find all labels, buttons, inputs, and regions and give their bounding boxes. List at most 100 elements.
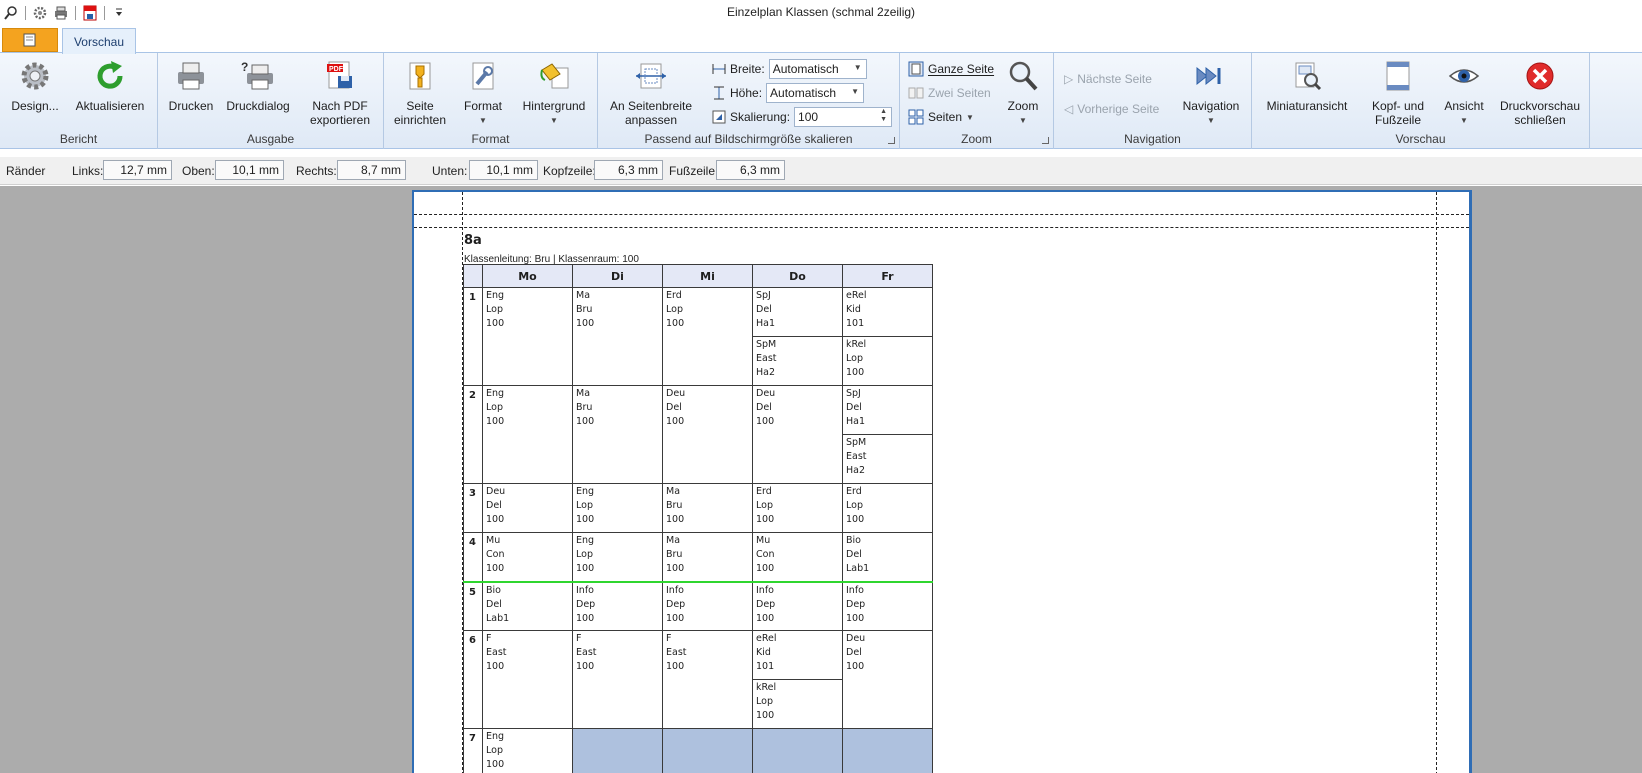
vorherige-seite-button[interactable]: ◁ Vorherige Seite	[1064, 99, 1159, 119]
kopf-label-2: Fußzeile	[1374, 113, 1421, 127]
file-tab[interactable]	[2, 28, 58, 52]
chevron-down-icon: ▼	[550, 116, 558, 125]
fit-width-icon	[634, 59, 668, 93]
druckdialog-button[interactable]: ? Druckdialog	[226, 59, 290, 113]
navigation-button[interactable]: Navigation ▼	[1178, 59, 1244, 128]
zoom-button[interactable]: Zoom ▼	[1000, 59, 1046, 128]
day-header: Di	[572, 264, 663, 288]
top-margin-guide	[414, 227, 1469, 228]
lesson-cell: Deu Del 100	[662, 385, 753, 484]
lesson-cell: SpM East Ha2	[842, 434, 933, 484]
druckvorschau-schliessen-button[interactable]: Druckvorschau schließen	[1494, 59, 1586, 127]
oben-field[interactable]: 10,1 mm	[215, 160, 284, 180]
lesson-cell: Info Dep 100	[572, 580, 663, 631]
corner-cell	[463, 264, 483, 288]
next-arrow-icon: ▷	[1064, 72, 1074, 86]
timetable: Mo Di Mi Do Fr 1 Eng Lop 100 Ma Bru 100 …	[463, 264, 933, 773]
zwei-seiten-label: Zwei Seiten	[928, 86, 991, 100]
naechste-seite-button[interactable]: ▷ Nächste Seite	[1064, 69, 1152, 89]
seiten-button[interactable]: Seiten ▼	[908, 107, 974, 127]
lesson-cell: Eng Lop 100	[572, 532, 663, 582]
lesson-cell: Deu Del 100	[842, 630, 933, 729]
drucken-button[interactable]: Drucken	[166, 59, 216, 113]
format-button[interactable]: Format ▼	[460, 59, 506, 128]
breite-select[interactable]: Automatisch ▼	[768, 59, 867, 79]
links-field[interactable]: 12,7 mm	[103, 160, 172, 180]
seite-label-1: Seite	[406, 99, 434, 113]
empty-lesson-cell	[662, 728, 753, 773]
chevron-down-icon: ▼	[851, 87, 860, 96]
window-title: Einzelplan Klassen (schmal 2zeilig)	[726, 5, 916, 19]
day-header: Mi	[662, 264, 753, 288]
hintergrund-label: Hintergrund	[522, 99, 586, 113]
design-button[interactable]: Design...	[10, 59, 60, 113]
group-label-navigation: Navigation	[1124, 132, 1181, 146]
vorherige-label: Vorherige Seite	[1077, 102, 1160, 116]
spinner-arrows-icon[interactable]: ▲ ▼	[880, 108, 887, 124]
chevron-down-icon: ▼	[966, 113, 974, 122]
table-row: 2 Eng Lop 100 Ma Bru 100 Deu Del 100 Deu…	[463, 385, 933, 484]
ansicht-label: Ansicht	[1444, 99, 1484, 113]
hoehe-select[interactable]: Automatisch ▼	[766, 83, 865, 103]
aktualisieren-button[interactable]: Aktualisieren	[72, 59, 148, 113]
group-label-bericht: Bericht	[59, 132, 98, 146]
whole-page-icon	[908, 61, 924, 77]
pdf-label-1: Nach PDF	[312, 99, 368, 113]
ganze-seite-button[interactable]: Ganze Seite	[908, 59, 994, 79]
kopf-fusszeile-button[interactable]: Kopf- und Fußzeile	[1360, 59, 1436, 127]
schliessen-label-1: Druckvorschau	[1499, 99, 1581, 113]
skalierung-value: 100	[798, 110, 819, 124]
magnifier-icon	[1006, 59, 1040, 93]
seitenbreite-button[interactable]: An Seitenbreite anpassen	[606, 59, 696, 127]
day-header: Mo	[482, 264, 573, 288]
group-vorschau: Miniaturansicht Kopf- und Fußzeile Ansic…	[1252, 53, 1590, 149]
drucken-label: Drucken	[168, 99, 214, 113]
lesson-cell: SpJ Del Ha1	[842, 385, 933, 435]
page-setup-icon	[403, 59, 437, 93]
group-bericht: Design... Aktualisieren Bericht	[0, 53, 158, 149]
close-icon	[1523, 59, 1557, 93]
zwei-seiten-button[interactable]: Zwei Seiten	[908, 83, 991, 103]
pdf-icon: PDF	[323, 59, 357, 93]
hintergrund-button[interactable]: Hintergrund ▼	[518, 59, 590, 128]
group-label-vorschau: Vorschau	[1395, 132, 1446, 146]
design-label: Design...	[11, 99, 59, 113]
pages-grid-icon	[908, 109, 924, 125]
header-footer-icon	[1381, 59, 1415, 93]
druckdialog-label: Druckdialog	[226, 99, 290, 113]
lesson-cell: Ma Bru 100	[572, 287, 663, 386]
class-title: 8a	[464, 233, 482, 248]
period-number: 6	[463, 630, 483, 729]
skalierung-spinner[interactable]: 100 ▲ ▼	[794, 107, 893, 127]
group-ausgabe: Drucken ? Druckdialog PDF Nach PDF expor…	[158, 53, 384, 149]
rechts-label: Rechts:	[296, 164, 337, 178]
seite-label-2: einrichten	[393, 113, 447, 127]
skalierung-label: Skalierung:	[730, 110, 791, 124]
seite-einrichten-button[interactable]: Seite einrichten	[394, 59, 446, 127]
tab-vorschau[interactable]: Vorschau	[62, 28, 136, 54]
fusszeile-field[interactable]: 6,3 mm	[716, 160, 785, 180]
kopf-label-1: Kopf- und	[1371, 99, 1425, 113]
scale-icon	[712, 110, 726, 124]
preview-area[interactable]: 8a Klassenleitung: Bru | Klassenraum: 10…	[0, 186, 1642, 773]
lesson-cell: Bio Del Lab1	[842, 532, 933, 582]
day-header: Do	[752, 264, 843, 288]
seitenbreite-label-2: anpassen	[624, 113, 678, 127]
lesson-cell: Ma Bru 100	[572, 385, 663, 484]
svg-text:PDF: PDF	[329, 66, 344, 73]
lesson-cell: eRel Kid 101	[752, 630, 843, 680]
links-label: Links:	[72, 164, 104, 178]
miniaturansicht-button[interactable]: Miniaturansicht	[1262, 59, 1352, 113]
refresh-icon	[93, 59, 127, 93]
kopfzeile-field[interactable]: 6,3 mm	[594, 160, 663, 180]
zoom-label: Zoom	[1007, 99, 1039, 113]
lesson-cell: Erd Lop 100	[662, 287, 753, 386]
unten-field[interactable]: 10,1 mm	[469, 160, 538, 180]
print-dialog-icon: ?	[241, 59, 275, 93]
rechts-field[interactable]: 8,7 mm	[337, 160, 406, 180]
pdf-export-button[interactable]: PDF Nach PDF exportieren	[304, 59, 376, 127]
lesson-cell: SpM East Ha2	[752, 336, 843, 386]
period-number: 4	[463, 532, 483, 582]
ansicht-button[interactable]: Ansicht ▼	[1436, 59, 1492, 128]
eye-icon	[1447, 59, 1481, 93]
